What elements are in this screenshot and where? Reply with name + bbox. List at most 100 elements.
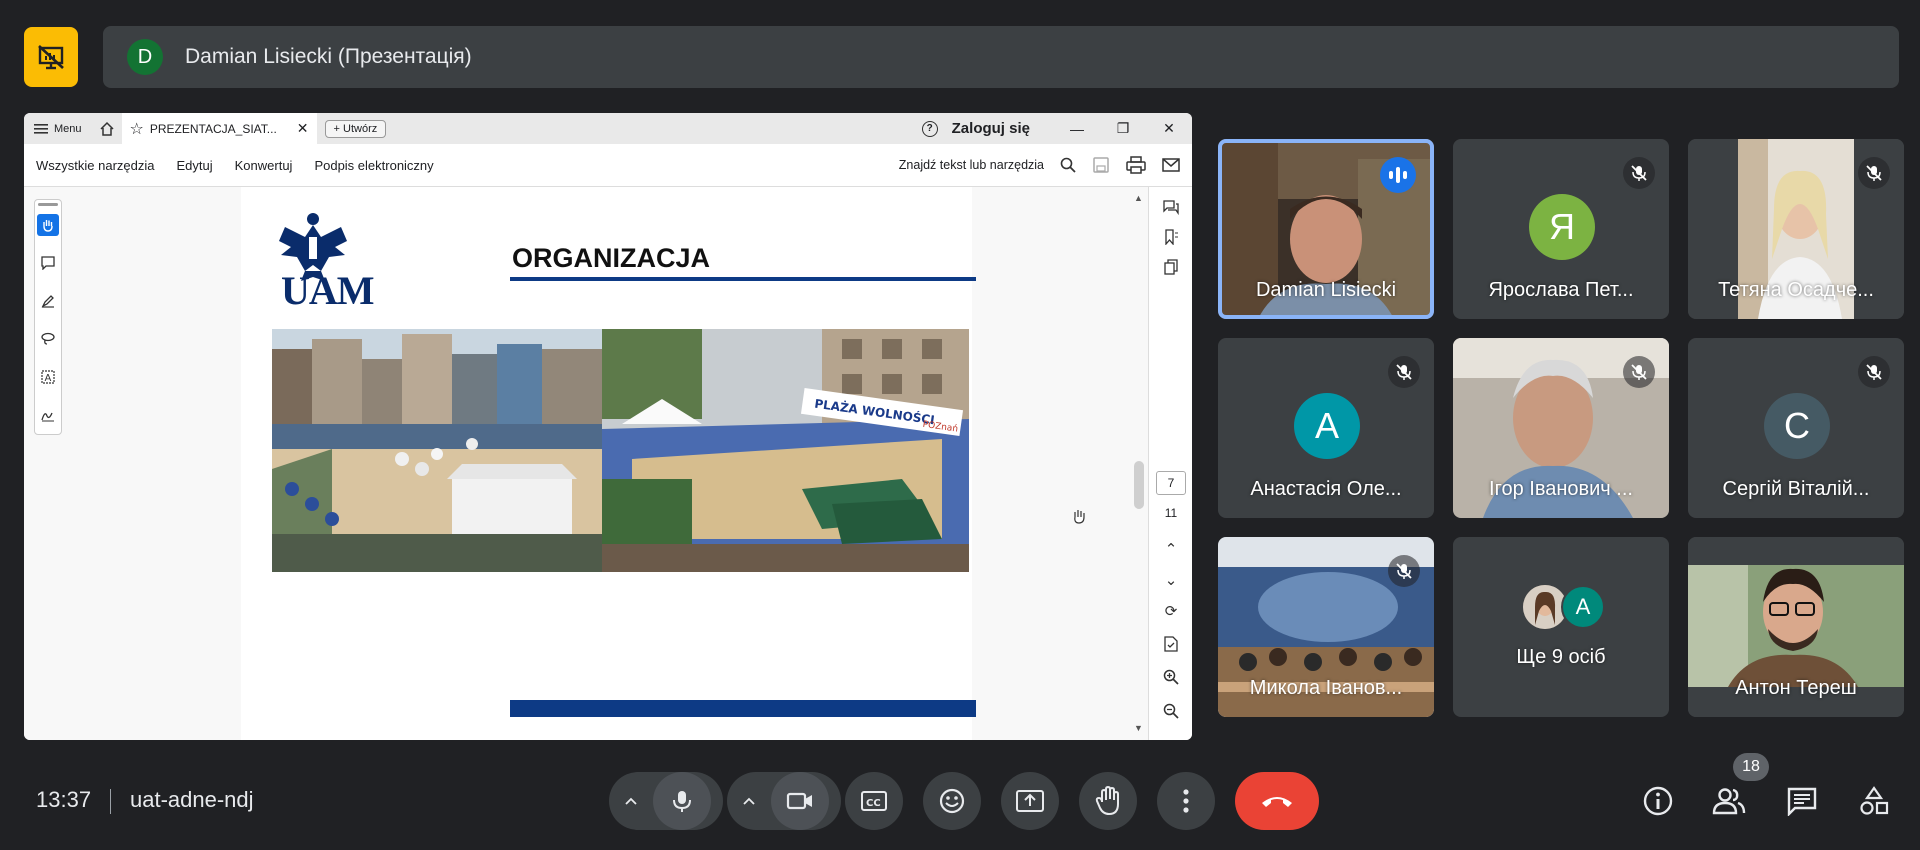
zoom-in-icon[interactable]	[1161, 667, 1181, 687]
toolbar-all-tools[interactable]: Wszystkie narzędzia	[36, 158, 154, 173]
chat-button[interactable]	[1784, 783, 1820, 819]
hang-up-icon	[1262, 797, 1292, 807]
camera-button[interactable]	[771, 772, 829, 830]
meeting-code: uat-adne-ndj	[130, 787, 254, 812]
new-tab-button[interactable]: + Utwórz	[324, 119, 387, 138]
comment-tool[interactable]	[37, 252, 59, 274]
shared-screen[interactable]: Menu ☆ PREZENTACJA_SIAT... ✕ + Utwórz ? …	[24, 113, 1192, 740]
participant-name: Микола Іванов...	[1249, 677, 1403, 699]
participant-name: Тетяна Осадче...	[1718, 279, 1874, 301]
raise-hand-icon	[1095, 786, 1119, 816]
presenter-label: Damian Lisiecki (Презентація)	[185, 45, 472, 68]
menu-label: Menu	[54, 122, 82, 135]
slide-photo-left	[272, 329, 602, 572]
mic-off-icon	[1388, 356, 1420, 388]
participant-tile[interactable]: Антон Тереш	[1688, 537, 1904, 717]
palette-grip[interactable]	[38, 203, 58, 206]
participant-tile[interactable]: А Анастасія Оле...	[1218, 338, 1434, 518]
svg-text:A: A	[45, 373, 52, 384]
raise-hand-button[interactable]	[1079, 772, 1137, 830]
audio-options-chevron-icon[interactable]	[609, 796, 653, 806]
toolbar-esign[interactable]: Podpis elektroniczny	[314, 158, 433, 173]
present-now-button[interactable]	[1001, 772, 1059, 830]
print-icon[interactable]	[1126, 156, 1146, 174]
participant-name: Damian Lisiecki	[1255, 279, 1397, 301]
mail-icon[interactable]	[1162, 157, 1180, 173]
pdf-toolbar: Wszystkie narzędzia Edytuj Konwertuj Pod…	[24, 144, 1192, 187]
participant-name: Ігор Іванович ...	[1489, 478, 1633, 500]
hamburger-icon	[34, 123, 48, 134]
tab-title: PREZENTACJA_SIAT...	[149, 121, 277, 136]
scroll-thumb[interactable]	[1134, 461, 1144, 509]
page-fit-icon[interactable]	[1161, 634, 1181, 654]
participant-tile[interactable]: Ігор Іванович ...	[1453, 338, 1669, 518]
reactions-button[interactable]	[923, 772, 981, 830]
more-participants-tile[interactable]: А Ще 9 осіб	[1453, 537, 1669, 717]
participant-name: Анастасія Оле...	[1250, 478, 1402, 500]
participant-tile[interactable]: Тетяна Осадче...	[1688, 139, 1904, 319]
more-vert-icon	[1183, 789, 1189, 813]
microphone-button[interactable]	[653, 772, 711, 830]
leave-call-button[interactable]	[1235, 772, 1319, 830]
rotate-icon[interactable]: ⟳	[1161, 601, 1181, 621]
participant-tile[interactable]: С Сергій Віталій...	[1688, 338, 1904, 518]
bookmark-icon[interactable]	[1161, 227, 1181, 247]
participant-tile[interactable]: Я Ярослава Пет...	[1453, 139, 1669, 319]
window-close-icon[interactable]: ✕	[1146, 120, 1192, 137]
slide-page: UAM ORGANIZACJA PLAŻA WOLNOŚCI POZnań	[241, 187, 976, 740]
search-icon[interactable]	[1060, 157, 1076, 173]
hand-tool[interactable]	[37, 214, 59, 236]
menu-button[interactable]: Menu	[24, 113, 92, 144]
find-input[interactable]: Znajdź tekst lub narzędzia	[899, 158, 1044, 172]
video-options-chevron-icon[interactable]	[727, 796, 771, 806]
mic-off-icon	[1623, 356, 1655, 388]
minimize-icon[interactable]: —	[1054, 121, 1100, 137]
activities-button[interactable]	[1856, 783, 1892, 819]
meeting-details-button[interactable]	[1640, 783, 1676, 819]
tab-close-icon[interactable]: ✕	[297, 120, 309, 137]
comments-panel-icon[interactable]	[1161, 197, 1181, 217]
signin-button[interactable]: Zaloguj się	[952, 120, 1030, 137]
tool-palette: A	[34, 199, 62, 435]
toolbar-right: Znajdź tekst lub narzędzia	[899, 156, 1192, 174]
slide-photo-right: PLAŻA WOLNOŚCI POZnań	[602, 329, 969, 572]
zoom-out-icon[interactable]	[1161, 701, 1181, 721]
more-options-button[interactable]	[1157, 772, 1215, 830]
participant-tile[interactable]: Damian Lisiecki	[1218, 139, 1434, 319]
mic-off-icon	[1388, 555, 1420, 587]
text-tool[interactable]: A	[37, 366, 59, 388]
star-icon[interactable]: ☆	[130, 119, 144, 139]
scroll-up-icon[interactable]: ▲	[1134, 193, 1143, 203]
lasso-tool[interactable]	[37, 328, 59, 350]
slide-logo-text: UAM	[281, 268, 375, 313]
slide-title: ORGANIZACJA	[512, 243, 711, 273]
home-button[interactable]	[92, 113, 122, 144]
document-scrollbar[interactable]: ▲ ▼	[1132, 193, 1146, 733]
pages-icon[interactable]	[1161, 257, 1181, 277]
slide-bottom-rule	[510, 700, 976, 717]
stop-presenting-button[interactable]	[24, 27, 78, 87]
next-page-icon[interactable]: ⌄	[1161, 570, 1181, 590]
restore-icon[interactable]: ❐	[1100, 120, 1146, 137]
participant-tile[interactable]: Микола Іванов...	[1218, 537, 1434, 717]
toolbar-convert[interactable]: Konwertuj	[235, 158, 293, 173]
help-icon[interactable]: ?	[921, 120, 938, 137]
captions-button[interactable]: CC	[845, 772, 903, 830]
tab-document[interactable]: ☆ PREZENTACJA_SIAT... ✕	[121, 113, 317, 144]
participant-name: Антон Тереш	[1735, 677, 1857, 699]
page-number-input[interactable]: 7	[1156, 471, 1186, 495]
scroll-down-icon[interactable]: ▼	[1134, 723, 1143, 733]
draw-tool[interactable]	[37, 290, 59, 312]
people-button[interactable]	[1711, 783, 1747, 819]
mic-off-icon	[1858, 356, 1890, 388]
previous-page-icon[interactable]: ⌃	[1161, 539, 1181, 559]
camera-icon	[786, 792, 812, 810]
sign-tool[interactable]	[37, 404, 59, 426]
toolbar-edit[interactable]: Edytuj	[176, 158, 212, 173]
speaking-indicator-icon	[1380, 157, 1416, 193]
participant-avatar: С	[1764, 393, 1830, 459]
slide-title-rule	[510, 277, 976, 281]
participant-name: Ярослава Пет...	[1488, 279, 1634, 301]
captions-icon: CC	[861, 791, 887, 811]
save-icon[interactable]	[1092, 156, 1110, 174]
